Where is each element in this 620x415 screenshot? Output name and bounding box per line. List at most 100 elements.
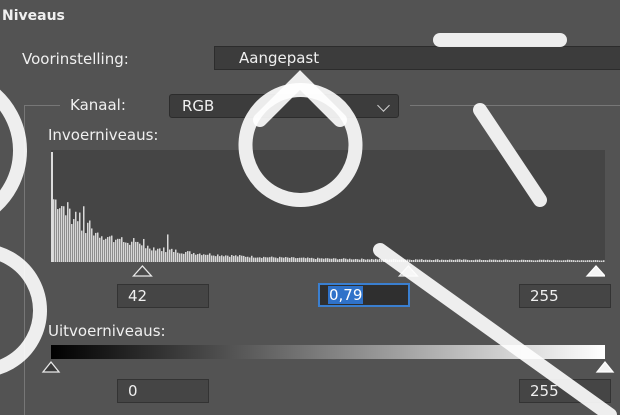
histogram-bar: [61, 206, 63, 262]
input-gamma-field[interactable]: 0,79: [318, 283, 410, 307]
histogram-bar: [77, 221, 79, 262]
histogram-bar: [71, 224, 73, 262]
histogram-bar: [105, 238, 107, 262]
output-levels-label: Uitvoerniveaus:: [48, 322, 166, 340]
histogram-bar: [125, 242, 127, 262]
channel-select[interactable]: RGB: [169, 94, 399, 118]
histogram-bar: [83, 206, 85, 262]
histogram-bar: [131, 241, 133, 262]
preset-dropdown[interactable]: Aangepast: [214, 46, 620, 70]
histogram-bar: [149, 248, 151, 262]
histogram-bar: [141, 245, 143, 262]
histogram-bar: [107, 237, 109, 262]
histogram-bar: [197, 254, 199, 262]
histogram-bar: [207, 254, 209, 262]
group-border: [24, 105, 60, 106]
histogram-bar: [143, 238, 145, 262]
input-levels-label: Invoerniveaus:: [48, 126, 159, 144]
input-gamma-value: 0,79: [328, 286, 364, 304]
histogram-bar: [53, 199, 55, 262]
histogram-bar: [117, 238, 119, 262]
preset-value: Aangepast: [239, 49, 320, 67]
histogram-bar: [97, 232, 99, 262]
histogram-bar: [171, 248, 173, 262]
histogram-bar: [109, 236, 111, 262]
histogram-bar: [89, 220, 91, 262]
output-slider[interactable]: [40, 358, 620, 374]
histogram-bar: [129, 244, 131, 262]
histogram-bar: [111, 235, 113, 262]
histogram-bar: [189, 251, 191, 262]
histogram-bar: [235, 255, 237, 262]
histogram-bar: [159, 248, 161, 262]
input-white-field[interactable]: 255: [519, 284, 611, 308]
input-black-field[interactable]: 42: [117, 284, 209, 308]
histogram-bar: [67, 202, 69, 262]
histogram-bar: [121, 237, 123, 262]
histogram-bar: [101, 236, 103, 262]
histogram-bar: [73, 219, 75, 262]
histogram-bar: [193, 252, 195, 262]
white-point-slider-handle[interactable]: [585, 265, 607, 277]
histogram-bar: [187, 251, 189, 262]
histogram-bar: [239, 255, 241, 262]
output-gradient-bar: [51, 345, 605, 359]
output-black-slider-handle[interactable]: [41, 360, 61, 373]
histogram-bar: [179, 253, 181, 262]
histogram-bar: [177, 252, 179, 262]
histogram-bar: [103, 239, 105, 262]
histogram-bar: [163, 247, 165, 262]
group-border: [24, 105, 25, 415]
histogram-bar: [115, 239, 117, 262]
dialog-title: Niveaus: [2, 8, 65, 24]
input-slider[interactable]: [51, 262, 607, 278]
histogram-bar: [57, 209, 59, 262]
histogram-bar: [205, 254, 207, 262]
histogram-bar: [63, 206, 65, 262]
histogram-bar: [87, 222, 89, 262]
histogram-bar: [75, 211, 77, 262]
histogram-bar: [165, 252, 167, 262]
group-border: [410, 105, 620, 106]
histogram-bar: [135, 241, 137, 262]
histogram-bar: [55, 199, 57, 262]
histogram-bar: [199, 253, 201, 262]
histogram-bar: [133, 238, 135, 262]
chevron-down-icon: [377, 99, 390, 112]
histogram-bar: [173, 251, 175, 262]
histogram-bar: [139, 243, 141, 262]
histogram-bar: [91, 228, 93, 262]
histogram-graph: [51, 152, 605, 262]
dialog-titlebar: Niveaus: [0, 0, 620, 34]
histogram-bar: [161, 251, 163, 262]
histogram-bar: [157, 248, 159, 262]
histogram-bar: [185, 252, 187, 262]
histogram-bar: [151, 250, 153, 262]
histogram-bar: [113, 242, 115, 262]
histogram-bar: [99, 237, 101, 262]
output-white-field[interactable]: 255: [519, 379, 611, 403]
histogram-bar: [93, 235, 95, 262]
histogram-bar: [127, 242, 129, 262]
output-black-field[interactable]: 0: [117, 379, 209, 403]
histogram-bar: [195, 254, 197, 262]
histogram-bar: [65, 215, 67, 262]
histogram-bar: [153, 247, 155, 262]
channel-value: RGB: [182, 97, 215, 115]
histogram-bar: [175, 249, 177, 262]
histogram-bar: [137, 241, 139, 262]
histogram-bar: [209, 253, 211, 262]
histogram-bar: [191, 254, 193, 262]
output-white-slider-handle[interactable]: [595, 360, 615, 373]
histogram-bar: [203, 254, 205, 262]
black-point-slider-handle[interactable]: [131, 265, 153, 277]
channel-label: Kanaal:: [70, 96, 126, 114]
histogram-bar: [123, 242, 125, 262]
gamma-slider-handle[interactable]: [397, 265, 419, 277]
histogram-bar: [79, 212, 81, 262]
histogram-bar: [231, 255, 233, 262]
histogram: [51, 150, 605, 262]
histogram-bar: [119, 238, 121, 262]
histogram-bar: [201, 255, 203, 262]
histogram-bar: [217, 254, 219, 262]
